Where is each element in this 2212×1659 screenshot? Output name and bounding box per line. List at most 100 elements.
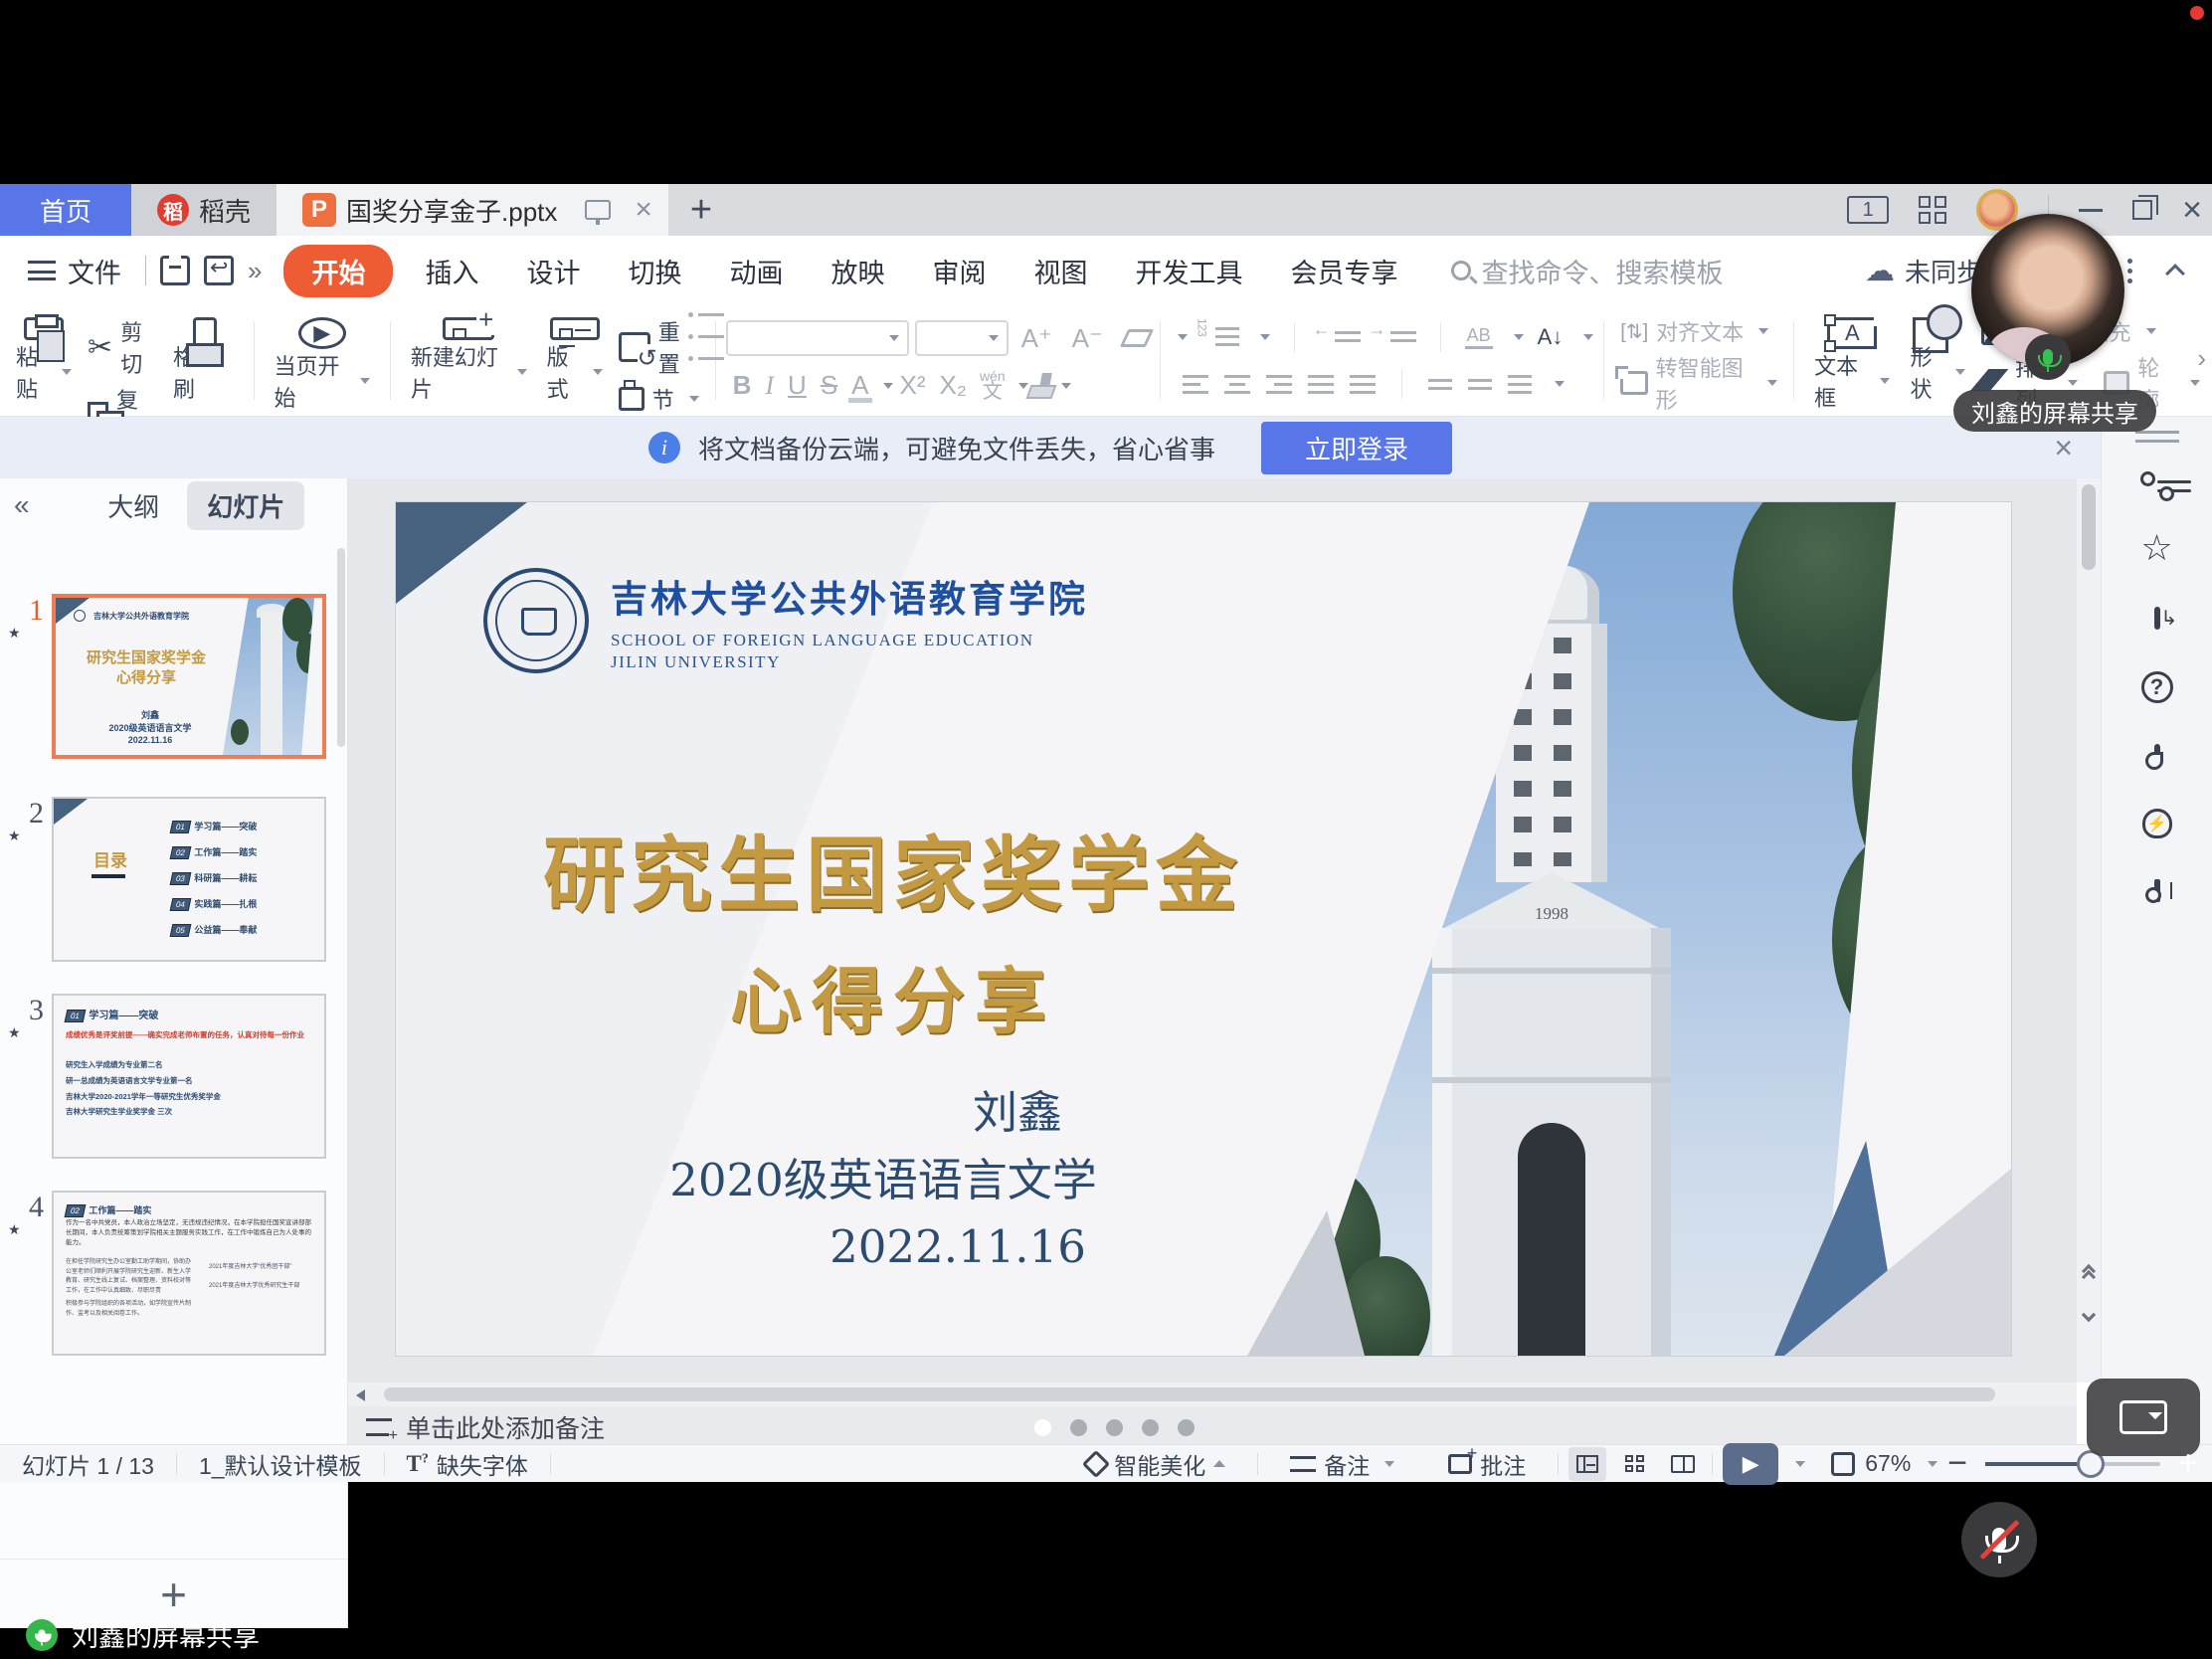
- ribbon-tab-animation[interactable]: 动画: [705, 252, 807, 290]
- vertical-scroll-thumb[interactable]: [2082, 484, 2096, 570]
- close-tab-icon[interactable]: ×: [635, 195, 652, 225]
- smart-graphic-button[interactable]: 转智能图形: [1614, 349, 1783, 417]
- window-layout-icon[interactable]: 1: [1847, 196, 1889, 224]
- layout-button[interactable]: 版式: [537, 313, 613, 408]
- close-window-button[interactable]: ×: [2182, 193, 2202, 227]
- comments-button[interactable]: 批注: [1426, 1447, 1548, 1481]
- bullet-list-icon[interactable]: [698, 313, 724, 360]
- zoom-in-button[interactable]: +: [2178, 1444, 2198, 1483]
- align-right-icon[interactable]: [1266, 375, 1292, 394]
- missing-font-warning[interactable]: T? 缺失字体: [385, 1447, 550, 1481]
- slide-thumbnail-1[interactable]: 吉林大学公共外语教育学院 研究生国家奖学金 心得分享 刘鑫 2020级英语语言文…: [52, 594, 326, 759]
- ribbon-tab-slideshow[interactable]: 放映: [807, 252, 908, 290]
- new-slide-button[interactable]: 新建幻灯片: [401, 313, 537, 408]
- ribbon-tab-devtools[interactable]: 开发工具: [1111, 252, 1266, 290]
- ribbon-tab-transition[interactable]: 切换: [604, 252, 705, 290]
- tab-outline[interactable]: 大纲: [88, 481, 179, 530]
- collapse-ribbon-icon[interactable]: [2165, 264, 2185, 283]
- reference-book-icon[interactable]: [2154, 882, 2160, 900]
- numbered-list-icon[interactable]: [1201, 327, 1239, 346]
- slide-byline[interactable]: 刘鑫 2020级英语语言文学 2022.11.16: [505, 1079, 1261, 1281]
- align-center-icon[interactable]: [1224, 375, 1250, 394]
- paste-button[interactable]: 粘贴: [6, 313, 82, 408]
- more-options-icon[interactable]: [2127, 259, 2132, 283]
- design-template-name[interactable]: 1_默认设计模板: [177, 1447, 384, 1481]
- superscript-button[interactable]: X²: [893, 370, 933, 401]
- increase-spacing-icon[interactable]: [1428, 379, 1452, 390]
- tab-home[interactable]: 首页: [0, 184, 131, 236]
- bold-button[interactable]: B: [726, 370, 759, 401]
- justify-icon[interactable]: [1308, 375, 1334, 394]
- toolbar-expand-icon[interactable]: ›: [2197, 343, 2206, 374]
- present-window-icon[interactable]: [2154, 610, 2160, 628]
- new-tab-button[interactable]: +: [668, 184, 734, 236]
- panel-scrollbar[interactable]: [337, 548, 345, 747]
- shrink-font-button[interactable]: A⁻: [1065, 323, 1110, 354]
- strikethrough-button[interactable]: S: [814, 370, 844, 401]
- ribbon-tab-review[interactable]: 审阅: [908, 252, 1010, 290]
- slide-thumbnail-4[interactable]: 02 工作篇——踏实 作为一名中共党员，本人政治立场坚定，无违规违纪情况，在本学…: [52, 1191, 326, 1356]
- slide-thumbnail-3[interactable]: 01 学习篇——突破 成绩优秀是评奖前提——确实完成老师布置的任务，认真对待每一…: [52, 994, 326, 1159]
- text-box-button[interactable]: A 文本框: [1804, 313, 1900, 408]
- previous-slide-button[interactable]: [2079, 1264, 2099, 1290]
- distribute-icon[interactable]: [1350, 375, 1376, 394]
- zoom-level[interactable]: 67%: [1865, 1450, 1911, 1477]
- section-button[interactable]: 节: [613, 381, 705, 417]
- help-icon[interactable]: ?: [2141, 671, 2173, 703]
- command-search[interactable]: 查找命令、搜索模板: [1451, 252, 1723, 290]
- text-direction-icon[interactable]: A↓: [1538, 324, 1564, 350]
- slide-canvas[interactable]: 1998 吉林大学公共外语教育学院 SCHOOL OF FOREIGN LANG…: [348, 478, 2077, 1382]
- tab-document[interactable]: P 国奖分享金子.pptx ×: [276, 184, 668, 236]
- present-mode-icon[interactable]: [585, 200, 611, 220]
- normal-view-button[interactable]: [1568, 1447, 1606, 1481]
- slide-thumbnail-2[interactable]: 目录 01 学习篇——突破 02 工作篇——踏实 03 科研篇——耕耘 04 实…: [52, 797, 326, 962]
- fit-slide-icon[interactable]: [1831, 1452, 1855, 1476]
- workspace-grid-icon[interactable]: [1919, 196, 1946, 224]
- ribbon-tab-member[interactable]: 会员专享: [1266, 252, 1421, 290]
- slide-editor[interactable]: 1998 吉林大学公共外语教育学院 SCHOOL OF FOREIGN LANG…: [396, 502, 2011, 1356]
- font-size-combo[interactable]: [915, 320, 1009, 356]
- subscript-button[interactable]: X₂: [933, 370, 974, 401]
- output-icon[interactable]: [204, 256, 234, 285]
- format-painter-button[interactable]: 格式刷: [163, 313, 244, 408]
- horizontal-scrollbar[interactable]: [348, 1382, 2077, 1406]
- reading-view-button[interactable]: [1664, 1447, 1702, 1481]
- tab-docer[interactable]: 稻 稻壳: [131, 184, 276, 236]
- grow-font-button[interactable]: A⁺: [1014, 323, 1059, 354]
- zoom-slider[interactable]: [1985, 1462, 2160, 1466]
- reset-button[interactable]: 重置: [613, 313, 705, 381]
- slideshow-play-button[interactable]: ▶: [1723, 1443, 1778, 1485]
- tab-slides[interactable]: 幻灯片: [187, 481, 304, 530]
- decrease-spacing-icon[interactable]: [1468, 379, 1492, 390]
- decrease-indent-icon[interactable]: [1319, 331, 1361, 342]
- horizontal-scroll-thumb[interactable]: [384, 1387, 1995, 1401]
- more-quick-actions-icon[interactable]: »: [248, 256, 262, 286]
- ribbon-tab-view[interactable]: 视图: [1010, 252, 1111, 290]
- login-now-button[interactable]: 立即登录: [1261, 422, 1452, 474]
- ribbon-tab-home[interactable]: 开始: [283, 245, 393, 297]
- font-family-combo[interactable]: [726, 320, 909, 356]
- cut-button[interactable]: ✂剪切: [82, 313, 163, 381]
- font-color-button[interactable]: A: [844, 370, 875, 401]
- file-menu[interactable]: 文件: [0, 252, 145, 290]
- line-spacing-icon[interactable]: [1508, 375, 1532, 394]
- highlight-icon[interactable]: [1025, 385, 1056, 399]
- minimize-button[interactable]: [2079, 209, 2103, 212]
- increase-indent-icon[interactable]: [1375, 331, 1416, 342]
- ribbon-tab-insert[interactable]: 插入: [401, 252, 502, 290]
- inspiration-bulb-icon[interactable]: ⚡: [2142, 809, 2172, 838]
- close-banner-icon[interactable]: ×: [2054, 430, 2073, 466]
- save-icon[interactable]: [160, 256, 190, 285]
- next-slide-button[interactable]: [2079, 1314, 2099, 1340]
- zoom-out-button[interactable]: −: [1947, 1444, 1967, 1483]
- smart-beautify-button[interactable]: 智能美化: [1064, 1447, 1247, 1481]
- align-text-button[interactable]: [⇅]对齐文本: [1614, 313, 1783, 349]
- italic-button[interactable]: I: [758, 371, 781, 401]
- clear-format-icon[interactable]: [1120, 329, 1154, 347]
- rail-drag-handle[interactable]: [2135, 431, 2179, 443]
- change-case-icon[interactable]: AB: [1465, 325, 1493, 349]
- collapse-panel-icon[interactable]: «: [0, 489, 46, 521]
- slide-sorter-view-button[interactable]: [1616, 1447, 1654, 1481]
- play-from-current-button[interactable]: ▶ 当页开始: [265, 313, 380, 408]
- pinyin-guide-button[interactable]: wén文: [980, 370, 1006, 401]
